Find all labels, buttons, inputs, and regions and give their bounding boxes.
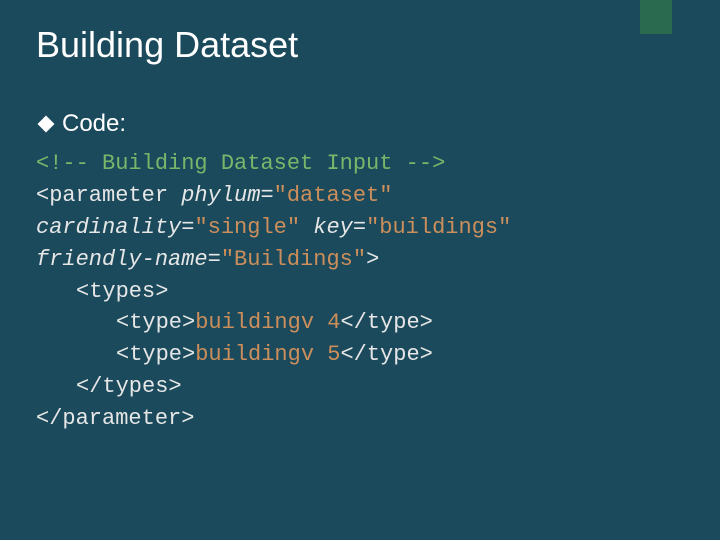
comment-text: Building Dataset Input xyxy=(102,151,392,176)
comment-close: --> xyxy=(392,151,445,176)
code-comment: <!-- Building Dataset Input --> xyxy=(36,151,445,176)
code-block: <!-- Building Dataset Input --> <paramet… xyxy=(36,148,684,435)
accent-bar xyxy=(640,0,672,34)
attr-key-name: key xyxy=(313,215,353,240)
param-open-close: > xyxy=(366,247,379,272)
bullet-row: Code: xyxy=(40,110,684,138)
type-row-2: <type>buildingv 5</type> xyxy=(116,339,684,371)
param-open-line: <parameter phylum="dataset" xyxy=(36,183,392,208)
attr-phylum-name: phylum xyxy=(181,183,260,208)
attr-cardinality-name: cardinality xyxy=(36,215,181,240)
type-close-1: </type> xyxy=(340,310,432,335)
attr-friendly-name: friendly-name xyxy=(36,247,208,272)
type-open-1: <type> xyxy=(116,310,195,335)
comment-open: <!-- xyxy=(36,151,102,176)
page-title: Building Dataset xyxy=(36,24,684,66)
type-open-2: <type> xyxy=(116,342,195,367)
type2-text: buildingv 5 xyxy=(195,342,340,367)
param-close: </parameter> xyxy=(36,406,194,431)
bullet-label: Code: xyxy=(62,110,126,138)
attr-cardinality-val: "single" xyxy=(194,215,300,240)
param-open-tag: <parameter xyxy=(36,183,168,208)
types-close: </types> xyxy=(76,371,684,403)
param-line3: friendly-name="Buildings"> xyxy=(36,247,379,272)
param-line2: cardinality="single" key="buildings" xyxy=(36,215,511,240)
attr-phylum-val: "dataset" xyxy=(274,183,393,208)
types-open: <types> xyxy=(76,276,684,308)
diamond-icon xyxy=(38,116,55,133)
attr-key-val: "buildings" xyxy=(366,215,511,240)
attr-friendly-val: "Buildings" xyxy=(221,247,366,272)
type1-text: buildingv 4 xyxy=(195,310,340,335)
type-close-2: </type> xyxy=(340,342,432,367)
type-row-1: <type>buildingv 4</type> xyxy=(116,307,684,339)
slide-body: Building Dataset Code: <!-- Building Dat… xyxy=(0,0,720,540)
